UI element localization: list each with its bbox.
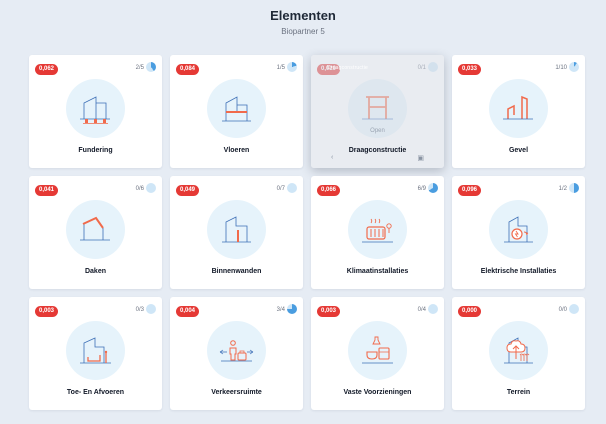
progress-count: 0/7 [276, 186, 285, 192]
element-card-fundering[interactable]: 0,062 2/5 Fundering [29, 55, 162, 168]
progress-count: 1/2 [558, 186, 567, 192]
progress-pie-icon [287, 304, 297, 314]
progress-pie-icon [428, 183, 438, 193]
progress-count: 1/5 [276, 65, 285, 71]
card-label: Gevel [508, 147, 529, 154]
element-card-klimaatinstallaties[interactable]: 0,066 6/9 Klimaatinstallaties [311, 176, 444, 289]
progress-pie-icon [569, 62, 579, 72]
arrow-left-icon[interactable]: ‹ [331, 154, 333, 161]
progress-pie-icon [569, 183, 579, 193]
card-label: Daken [84, 268, 106, 275]
element-card-gevel[interactable]: 0,033 1/10 Gevel [452, 55, 585, 168]
price-badge: 0,003 [35, 306, 59, 317]
inner-wall-icon [207, 200, 266, 259]
fixtures-icon [348, 321, 407, 380]
element-card-toe-en-afvoeren[interactable]: 0,003 0/3 Toe- En Afvoeren [29, 297, 162, 410]
progress-count: 0/4 [417, 307, 426, 313]
price-badge: 0,096 [458, 185, 482, 196]
hover-hint: Draagconstructie [327, 65, 368, 71]
progress-pie-icon [569, 304, 579, 314]
card-label: Verkeersruimte [211, 389, 262, 396]
lock-icon[interactable]: ▣ [417, 154, 424, 162]
card-label: Elektrische Installaties [480, 268, 557, 275]
page-title: Elementen [270, 8, 336, 23]
page-subtitle: Biopartner 5 [281, 27, 325, 36]
element-card-daken[interactable]: 0,041 0/6 Daken [29, 176, 162, 289]
element-card-vloeren[interactable]: 0,084 1/5 Vloeren [170, 55, 303, 168]
price-badge: 0,084 [176, 64, 200, 75]
progress-count: 0/0 [558, 307, 567, 313]
price-badge: 0,003 [317, 306, 341, 317]
terrain-icon [489, 321, 548, 380]
progress-count: 0/3 [135, 307, 144, 313]
price-badge: 0,000 [458, 306, 482, 317]
price-badge: 0,062 [35, 64, 59, 75]
price-badge: 0,004 [176, 306, 200, 317]
card-label: Fundering [78, 147, 113, 154]
price-badge: 0,066 [317, 185, 341, 196]
page-header: Elementen Biopartner 5 [0, 0, 606, 48]
price-badge: 0,049 [176, 185, 200, 196]
open-button[interactable]: Open [311, 128, 444, 134]
card-label: Terrein [506, 389, 531, 396]
element-grid: 0,062 2/5 Fundering 0,084 1/5 Vloeren 0,… [29, 55, 585, 410]
card-label: Binnenwanden [211, 268, 262, 275]
progress-pie-icon [146, 62, 156, 72]
element-card-binnenwanden[interactable]: 0,049 0/7 Binnenwanden [170, 176, 303, 289]
circulation-icon [207, 321, 266, 380]
progress-count: 2/5 [135, 65, 144, 71]
progress-pie-icon [146, 304, 156, 314]
card-label: Klimaatinstallaties [346, 268, 409, 275]
progress-pie-icon [287, 62, 297, 72]
element-card-draagconstructie[interactable]: 0,020 0/1 Draagconstructie Draagconstruc… [311, 55, 444, 168]
progress-count: 1/10 [555, 65, 567, 71]
card-label: Vloeren [223, 147, 250, 154]
electric-icon [489, 200, 548, 259]
card-label: Vaste Voorzieningen [343, 389, 412, 396]
element-card-verkeersruimte[interactable]: 0,004 3/4 Verkeersruimte [170, 297, 303, 410]
pipes-icon [66, 321, 125, 380]
price-badge: 0,041 [35, 185, 59, 196]
card-label: Toe- En Afvoeren [66, 389, 125, 396]
radiator-icon [348, 200, 407, 259]
progress-pie-icon [287, 183, 297, 193]
floor-icon [207, 79, 266, 138]
element-card-vaste-voorzieningen[interactable]: 0,003 0/4 Vaste Voorzieningen [311, 297, 444, 410]
progress-count: 6/9 [417, 186, 426, 192]
foundation-icon [66, 79, 125, 138]
progress-count: 0/6 [135, 186, 144, 192]
element-card-elektrische-installaties[interactable]: 0,096 1/2 Elektrische Installaties [452, 176, 585, 289]
facade-icon [489, 79, 548, 138]
progress-pie-icon [428, 304, 438, 314]
progress-count: 3/4 [276, 307, 285, 313]
progress-pie-icon [146, 183, 156, 193]
element-card-terrein[interactable]: 0,000 0/0 Terrein [452, 297, 585, 410]
roof-icon [66, 200, 125, 259]
price-badge: 0,033 [458, 64, 482, 75]
card-label: Draagconstructie [348, 147, 407, 154]
